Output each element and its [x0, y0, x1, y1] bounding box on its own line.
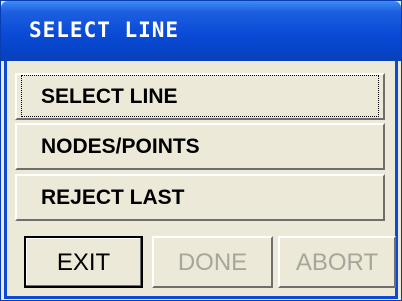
exit-label: EXIT: [56, 249, 111, 276]
done-label: DONE: [177, 249, 248, 276]
select-line-dialog: SELECT LINE SELECT LINE NODES/POINTS REJ…: [0, 0, 402, 301]
reject-last-label: REJECT LAST: [41, 186, 185, 209]
done-button[interactable]: DONE: [152, 236, 273, 288]
reject-last-button[interactable]: REJECT LAST: [15, 174, 385, 221]
window-title: SELECT LINE: [29, 18, 180, 42]
exit-button[interactable]: EXIT: [24, 236, 143, 288]
dialog-body: SELECT LINE NODES/POINTS REJECT LAST EXI…: [4, 61, 398, 299]
abort-label: ABORT: [295, 249, 379, 276]
select-line-button[interactable]: SELECT LINE: [15, 73, 385, 120]
nodes-points-button[interactable]: NODES/POINTS: [15, 123, 385, 170]
select-line-label: SELECT LINE: [41, 85, 178, 108]
title-bar[interactable]: SELECT LINE: [1, 1, 401, 61]
nodes-points-label: NODES/POINTS: [41, 135, 200, 158]
abort-button[interactable]: ABORT: [278, 236, 396, 288]
